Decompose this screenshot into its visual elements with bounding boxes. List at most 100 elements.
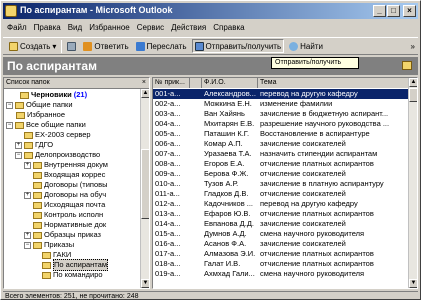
folder-normative[interactable]: Нормативные док <box>33 220 106 230</box>
message-row[interactable]: 010-а... Тузов А.Р. зачисление в платную а… <box>153 179 409 189</box>
title-bar[interactable]: По аспирантам - Microsoft Outlook _ □ × <box>3 3 418 19</box>
folder-contracts-typical[interactable]: Договоры (типовы <box>33 180 108 190</box>
menu-bar: Файл Правка Вид Избранное Сервис Действи… <box>3 21 418 35</box>
folder-banner-icon[interactable] <box>402 61 412 70</box>
reply-button[interactable]: Ответить <box>81 39 130 53</box>
message-row[interactable]: 017-а... Алмазова Э.И. отчисление платных … <box>153 249 409 259</box>
folder-orders[interactable]: − Приказы <box>24 240 74 250</box>
message-row[interactable]: 006-а... Комар А.П. зачисление соискателей <box>153 139 409 149</box>
expand-icon[interactable]: + <box>15 141 22 149</box>
message-row[interactable]: 013-а... Ефаров Ю.В. отчисление платных ас… <box>153 209 409 219</box>
message-row[interactable]: 002-а... Можкина Е.Н. изменение фамилии <box>153 99 409 109</box>
menu-actions[interactable]: Действия <box>171 21 206 35</box>
folder-scrollbar[interactable]: ▲ ▼ <box>140 89 149 288</box>
collapse-icon[interactable]: − <box>6 101 13 109</box>
cell-topic: отчисление соискателей <box>260 189 346 198</box>
cell-num: 016-а... <box>155 239 181 248</box>
column-header-number[interactable]: № прик... <box>153 78 190 88</box>
menu-tools[interactable]: Сервис <box>137 21 164 35</box>
cell-fio: Евпанова Д.Д. <box>204 219 255 228</box>
message-row[interactable]: 011-а... Гладков Д.В. отчисление соискател… <box>153 189 409 199</box>
cell-topic: зачисление соискателей <box>260 139 346 148</box>
message-list-pane: № прик... Ф.И.О. Тема 001-а... Александро… <box>152 77 418 289</box>
folder-records[interactable]: − Делопроизводство <box>15 150 100 160</box>
folder-business-trips[interactable]: По командиро <box>42 270 103 280</box>
scroll-up-icon[interactable]: ▲ <box>409 78 417 87</box>
folder-icon <box>33 201 42 209</box>
cell-fio: Гладков Д.В. <box>204 189 249 198</box>
message-scrollbar[interactable]: ▲ ▼ <box>408 78 417 288</box>
folder-postgraduates[interactable]: По аспирантам <box>42 259 108 271</box>
collapse-icon[interactable]: − <box>6 121 13 129</box>
menu-edit[interactable]: Правка <box>34 21 61 35</box>
folder-label: ГДГО <box>35 140 54 149</box>
close-icon[interactable]: × <box>142 78 146 88</box>
send-receive-button[interactable]: Отправить/получить <box>191 39 285 53</box>
dropdown-arrow-icon[interactable]: ▾ <box>52 42 56 51</box>
message-row[interactable]: 012-а... Кадочников ... перевод на другую … <box>153 199 409 209</box>
collapse-icon[interactable]: − <box>15 151 22 159</box>
message-row[interactable]: 015-а... Думнов А.Д. смена научного руково… <box>153 229 409 239</box>
folder-favorites[interactable]: Избранное <box>16 110 65 120</box>
cell-topic: отчисление соискателей <box>260 169 346 178</box>
message-row[interactable]: 007-а... Уразаева Т.А. назначить стипендии… <box>153 149 409 159</box>
message-row[interactable]: 016-а... Асанов Ф.А. зачисление соискателе… <box>153 239 409 249</box>
forward-button[interactable]: Переслать <box>134 39 189 53</box>
message-row[interactable]: 014-а... Евпанова Д.Д. зачисление соискате… <box>153 219 409 229</box>
column-header-topic[interactable]: Тема <box>258 78 409 88</box>
column-header-fio[interactable]: Ф.И.О. <box>202 78 258 88</box>
expand-icon[interactable]: + <box>24 231 31 239</box>
print-button[interactable] <box>65 39 78 53</box>
folder-label: Входящая коррес <box>44 170 106 179</box>
cell-num: 014-а... <box>155 219 181 228</box>
folder-public[interactable]: − Общие папки <box>6 100 73 110</box>
collapse-icon[interactable]: − <box>24 241 31 249</box>
menu-view[interactable]: Вид <box>68 21 82 35</box>
column-header-attachment[interactable] <box>190 78 202 88</box>
message-row[interactable]: 005-а... Паташин К.Г. Восстановление в асп… <box>153 129 409 139</box>
expand-icon[interactable]: + <box>24 161 31 169</box>
message-row[interactable]: 001-а... Александров... перевод на другую … <box>153 89 409 99</box>
menu-file[interactable]: Файл <box>7 21 27 35</box>
folder-gdgo[interactable]: + ГДГО <box>15 140 53 150</box>
scroll-down-icon[interactable]: ▼ <box>409 279 417 288</box>
menu-help[interactable]: Справка <box>213 21 244 35</box>
message-row[interactable]: 003-а... Ван Хайянь зачисление в бюджетную… <box>153 109 409 119</box>
cell-fio: Ахмхад Гали... <box>204 269 255 278</box>
folder-label: Образцы приказ <box>44 230 101 239</box>
folder-ex2003[interactable]: EX-2003 сервер <box>24 130 91 140</box>
folder-control[interactable]: Контроль исполн <box>33 210 103 220</box>
expand-icon[interactable]: + <box>24 191 31 199</box>
create-button[interactable]: Создать ▾ <box>7 39 58 53</box>
close-button[interactable]: × <box>403 5 416 17</box>
folder-internal-docs[interactable]: + Внутренняя докум <box>24 160 108 170</box>
folder-incoming[interactable]: Входящая коррес <box>33 170 105 180</box>
scroll-down-icon[interactable]: ▼ <box>141 279 149 288</box>
folder-icon <box>33 231 42 239</box>
maximize-button[interactable]: □ <box>387 5 400 17</box>
message-row[interactable]: 008-а... Егоров Е.А. отчисление платных ас… <box>153 159 409 169</box>
find-button[interactable]: Найти <box>287 39 325 53</box>
folder-order-samples[interactable]: + Образцы приказ <box>24 230 101 240</box>
message-row[interactable]: 004-а... Мхитарян Е.В. разрешение научного… <box>153 119 409 129</box>
cell-num: 007-а... <box>155 149 181 158</box>
minimize-button[interactable]: _ <box>373 5 386 17</box>
scroll-thumb[interactable] <box>409 88 417 102</box>
toolbar-overflow-icon[interactable]: » <box>411 42 415 51</box>
folder-icon <box>24 141 33 149</box>
menu-favorites[interactable]: Избранное <box>89 21 130 35</box>
unread-count: (21) <box>73 90 88 99</box>
folder-outgoing[interactable]: Исходящая почта <box>33 200 105 210</box>
scroll-up-icon[interactable]: ▲ <box>141 89 149 98</box>
cell-fio: Тузов А.Р. <box>204 179 239 188</box>
folder-contracts-study[interactable]: + Договоры на обуч <box>24 190 106 200</box>
message-row[interactable]: 009-а... Берова Ф.Ж. отчисление соискателе… <box>153 169 409 179</box>
folder-label: Внутренняя докум <box>44 160 108 169</box>
message-row[interactable]: 018-а... Галат И.В. отчисление платных асп… <box>153 259 409 269</box>
message-row[interactable]: 019-а... Ахмхад Гали... смена научного рук… <box>153 269 409 279</box>
folder-drafts[interactable]: Черновики (21) <box>20 90 87 100</box>
scroll-thumb[interactable] <box>141 149 149 219</box>
cell-topic: изменение фамилии <box>260 99 333 108</box>
folder-all-public[interactable]: − Все общие папки <box>6 120 86 130</box>
cell-fio: Думнов А.Д. <box>204 229 247 238</box>
